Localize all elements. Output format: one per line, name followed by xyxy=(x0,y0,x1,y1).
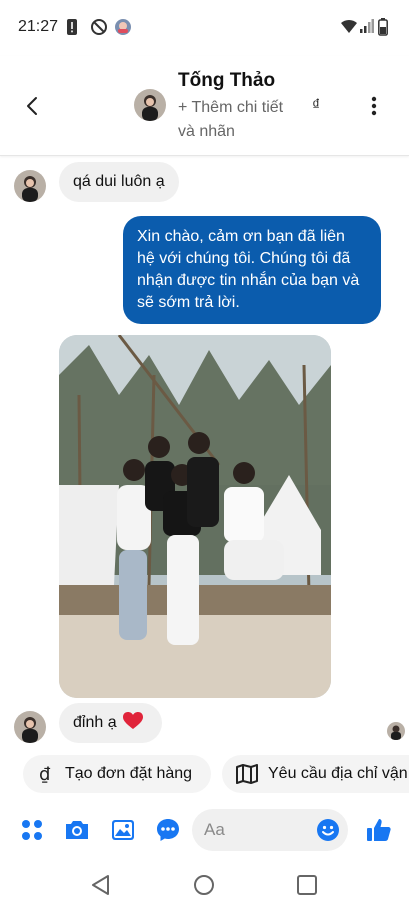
more-options-button[interactable] xyxy=(366,94,382,118)
sender-avatar[interactable] xyxy=(14,711,46,743)
nav-recents-button[interactable] xyxy=(296,874,318,901)
request-address-label: Yêu cầu địa chỉ vận xyxy=(268,765,408,782)
map-icon xyxy=(236,764,258,784)
camera-icon xyxy=(66,821,88,839)
image-icon xyxy=(112,820,134,840)
system-nav-bar xyxy=(0,860,409,913)
emoji-button[interactable] xyxy=(316,818,340,842)
message-input-wrapper xyxy=(192,809,348,851)
chat-bubble-icon xyxy=(157,819,179,841)
photo-message[interactable] xyxy=(59,335,331,698)
sender-avatar[interactable] xyxy=(14,170,46,202)
apps-button[interactable] xyxy=(19,817,45,843)
svg-text:₫: ₫ xyxy=(39,764,51,784)
messenger-button[interactable] xyxy=(155,817,181,843)
like-button[interactable] xyxy=(366,817,392,843)
wifi-icon xyxy=(340,18,358,39)
camera-button[interactable] xyxy=(64,817,90,843)
order-currency-button[interactable]: ₫ xyxy=(312,97,320,115)
status-bar: 21:27 xyxy=(0,0,409,56)
gallery-button[interactable] xyxy=(110,817,136,843)
outgoing-message[interactable]: Xin chào, cảm ơn bạn đã liên hệ với chún… xyxy=(123,216,381,324)
nav-home-button[interactable] xyxy=(193,874,215,901)
message-text: đỉnh ạ xyxy=(73,714,117,731)
incoming-message[interactable]: qá dui luôn ạ xyxy=(59,162,179,202)
conversation-header: Tống Thảo + Thêm chi tiết và nhãn ₫ xyxy=(0,56,409,156)
incoming-message[interactable]: đỉnh ạ xyxy=(59,703,162,743)
thumbs-up-icon xyxy=(367,819,391,841)
create-order-label: Tạo đơn đặt hàng xyxy=(65,765,193,782)
alert-icon xyxy=(66,18,78,41)
message-input[interactable] xyxy=(204,809,304,851)
contact-name[interactable]: Tống Thảo xyxy=(178,70,275,92)
back-arrow-icon xyxy=(27,97,37,115)
seen-receipt-avatar xyxy=(387,722,405,740)
red-heart-icon xyxy=(123,712,144,729)
create-order-button[interactable]: ₫ Tạo đơn đặt hàng xyxy=(23,755,211,793)
nav-back-button[interactable] xyxy=(90,874,112,901)
add-details-link[interactable]: + Thêm chi tiết và nhãn xyxy=(178,96,288,144)
back-button[interactable] xyxy=(18,92,46,120)
app-icon xyxy=(114,18,132,41)
square-recents-icon xyxy=(297,875,317,895)
grid-dots-icon xyxy=(22,820,42,840)
triangle-back-icon xyxy=(92,875,109,895)
circle-home-icon xyxy=(194,875,214,895)
blocked-icon xyxy=(90,18,108,41)
more-vertical-icon xyxy=(371,96,377,116)
signal-icon xyxy=(360,18,374,39)
contact-avatar[interactable] xyxy=(134,89,166,121)
dong-icon: ₫ xyxy=(37,764,55,784)
status-time: 21:27 xyxy=(18,18,59,35)
message-composer xyxy=(0,805,409,853)
battery-icon xyxy=(378,18,388,41)
smiley-icon xyxy=(317,819,339,841)
request-address-button[interactable]: Yêu cầu địa chỉ vận xyxy=(222,755,409,793)
